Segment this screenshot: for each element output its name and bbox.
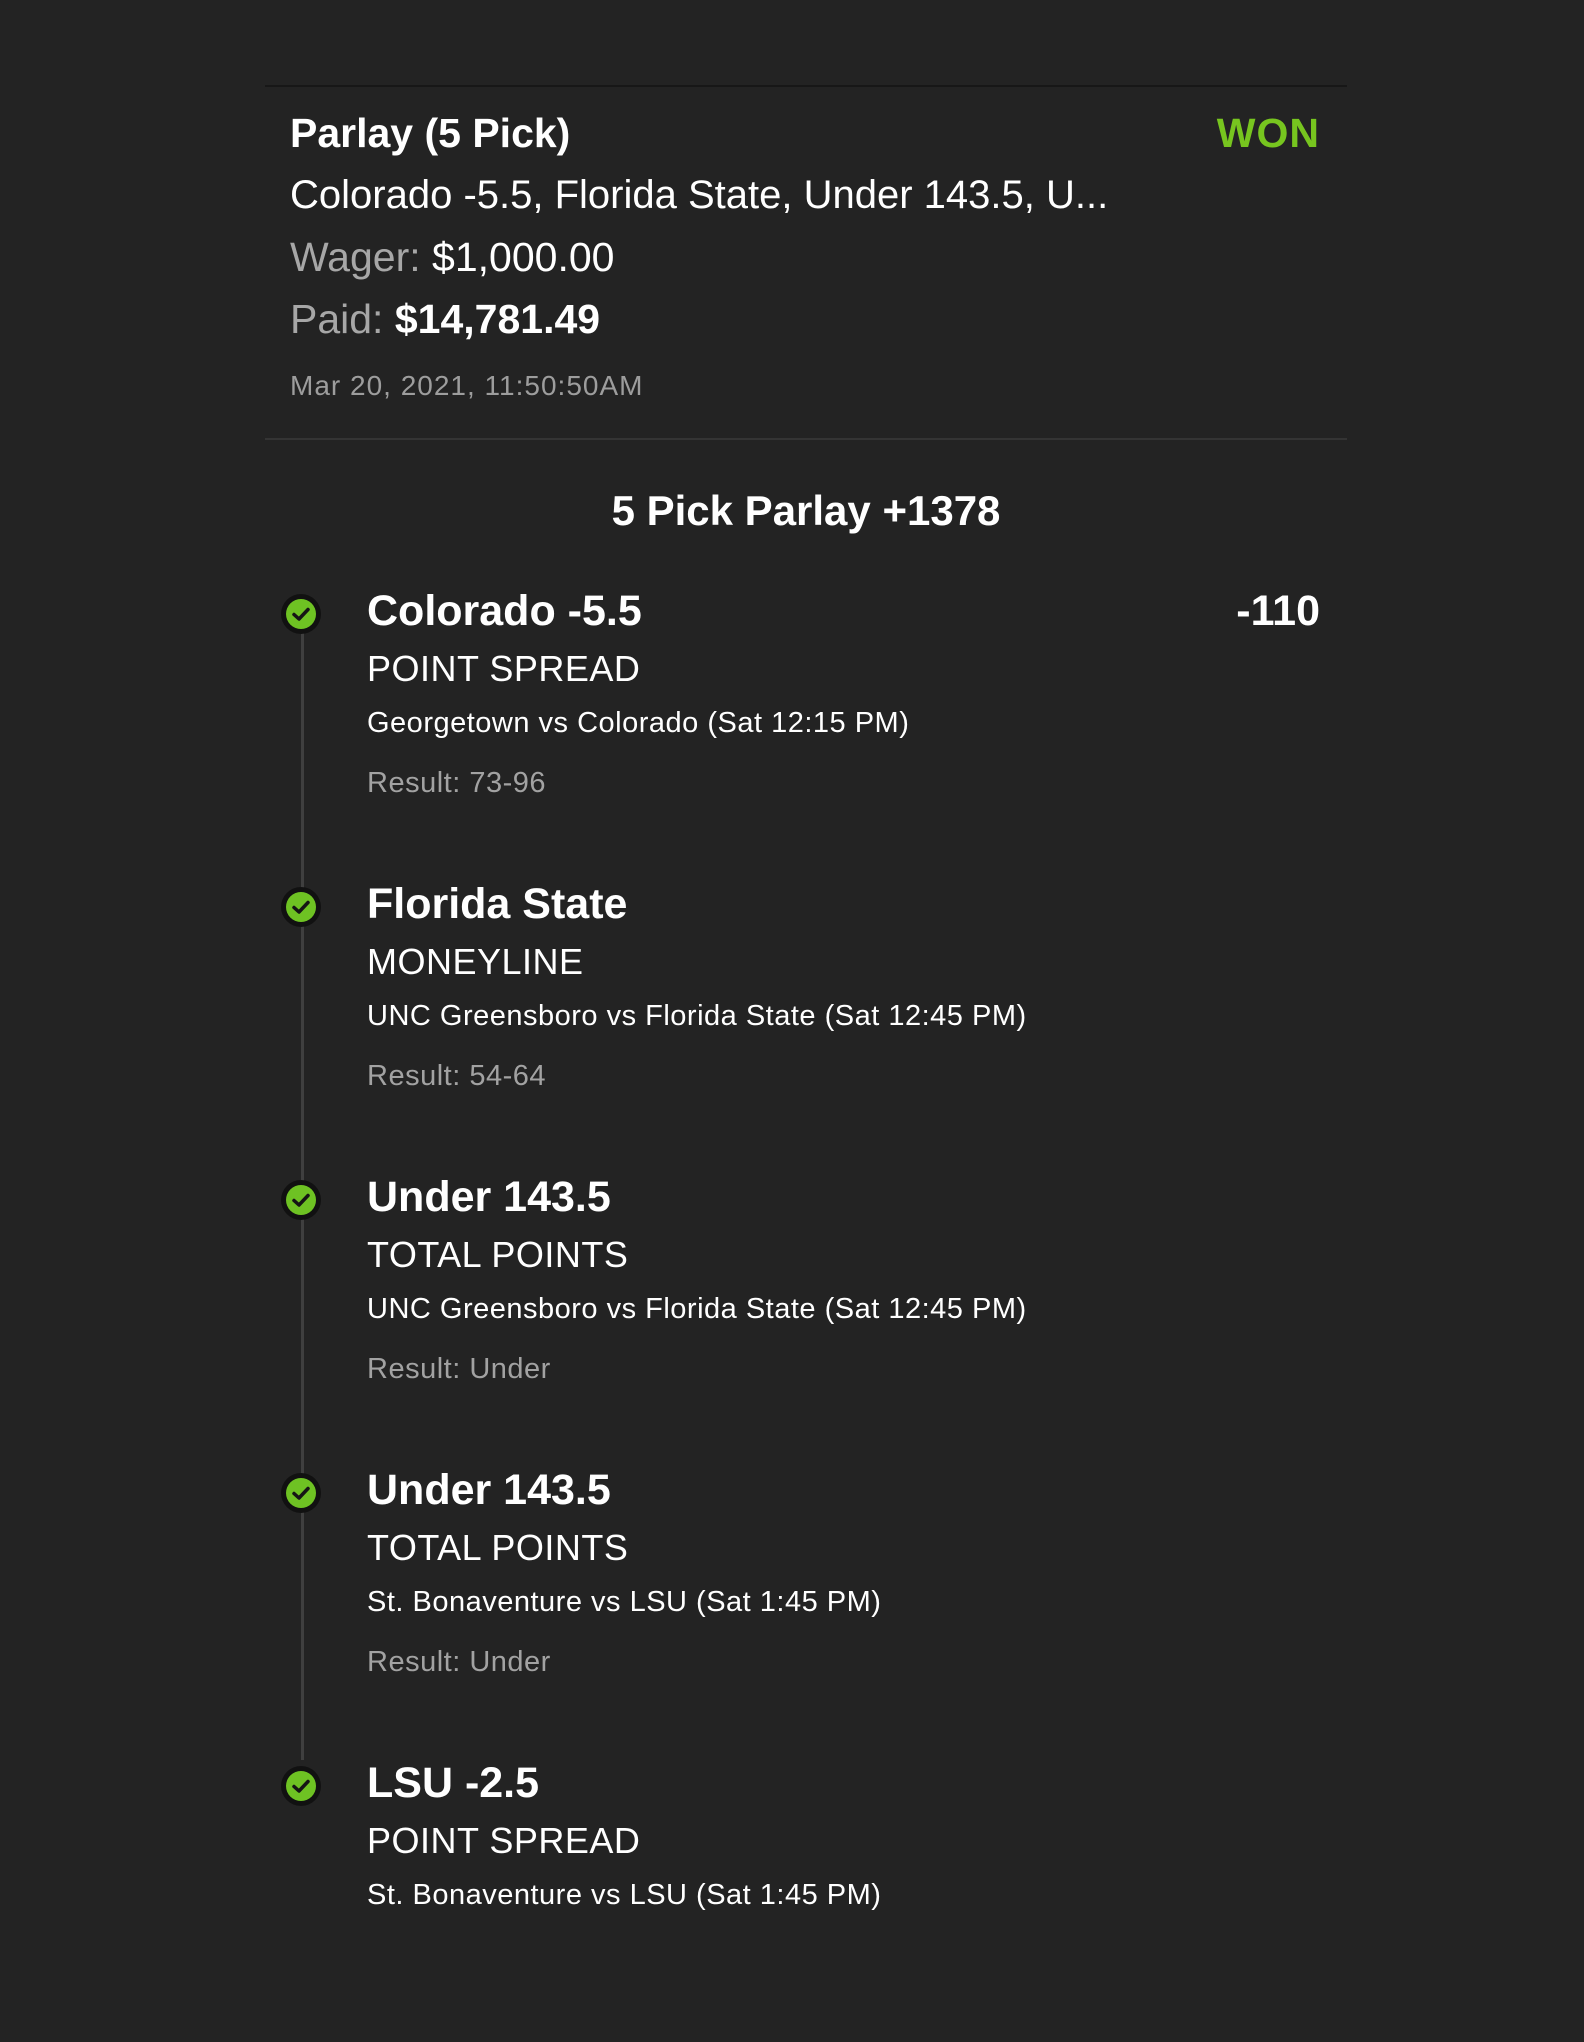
leg-result: Result: 73-96	[367, 767, 546, 799]
bet-status-badge: WON	[1216, 110, 1320, 156]
leg-market: TOTAL POINTS	[367, 1234, 629, 1275]
leg-matchup: UNC Greensboro vs Florida State (Sat 12:…	[367, 1293, 1027, 1325]
check-circle-icon	[281, 1180, 321, 1220]
leg-result: Result: Under	[367, 1353, 551, 1385]
parlay-leg-4[interactable]: Under 143.5 TOTAL POINTS St. Bonaventure…	[265, 1463, 1320, 1743]
leg-selection: Colorado -5.5	[367, 587, 642, 635]
leg-matchup: St. Bonaventure vs LSU (Sat 1:45 PM)	[367, 1879, 882, 1911]
leg-result: Result: Under	[367, 1646, 551, 1678]
parlay-leg-5[interactable]: LSU -2.5 POINT SPREAD St. Bonaventure vs…	[265, 1756, 1320, 2036]
leg-market: TOTAL POINTS	[367, 1527, 629, 1568]
leg-market: MONEYLINE	[367, 941, 584, 982]
paid-value: $14,781.49	[394, 296, 601, 342]
parlay-leg-3[interactable]: Under 143.5 TOTAL POINTS UNC Greensboro …	[265, 1170, 1320, 1450]
picks-summary: Colorado -5.5, Florida State, Under 143.…	[290, 173, 1109, 217]
wager-label: Wager:	[290, 234, 421, 280]
leg-selection: Under 143.5	[367, 1173, 611, 1221]
check-circle-icon	[281, 1473, 321, 1513]
leg-market: POINT SPREAD	[367, 1820, 641, 1861]
check-circle-icon	[281, 594, 321, 634]
leg-matchup: UNC Greensboro vs Florida State (Sat 12:…	[367, 1000, 1027, 1032]
leg-matchup: Georgetown vs Colorado (Sat 12:15 PM)	[367, 707, 910, 739]
parlay-leg-2[interactable]: Florida State MONEYLINE UNC Greensboro v…	[265, 877, 1320, 1157]
parlay-leg-1[interactable]: Colorado -5.5 -110 POINT SPREAD Georgeto…	[265, 584, 1320, 864]
bet-timestamp: Mar 20, 2021, 11:50:50AM	[290, 370, 644, 401]
summary-divider	[265, 438, 1347, 440]
paid-label: Paid:	[290, 296, 384, 342]
wager-row: Wager: $1,000.00	[290, 232, 614, 282]
check-circle-icon	[281, 1766, 321, 1806]
check-circle-icon	[281, 887, 321, 927]
leg-selection: Under 143.5	[367, 1466, 611, 1514]
parlay-heading: 5 Pick Parlay +1378	[611, 487, 1001, 534]
leg-selection: LSU -2.5	[367, 1759, 540, 1807]
leg-result: Result: 54-64	[367, 1060, 546, 1092]
top-divider	[265, 85, 1347, 87]
leg-odds: -110	[1236, 587, 1320, 635]
leg-market: POINT SPREAD	[367, 648, 641, 689]
leg-matchup: St. Bonaventure vs LSU (Sat 1:45 PM)	[367, 1586, 882, 1618]
leg-selection: Florida State	[367, 880, 628, 928]
paid-row: Paid: $14,781.49	[290, 294, 600, 344]
bet-title: Parlay (5 Pick)	[290, 110, 571, 156]
bet-detail-screen: Parlay (5 Pick) WON Colorado -5.5, Flori…	[0, 0, 1584, 2042]
wager-value: $1,000.00	[432, 234, 615, 280]
